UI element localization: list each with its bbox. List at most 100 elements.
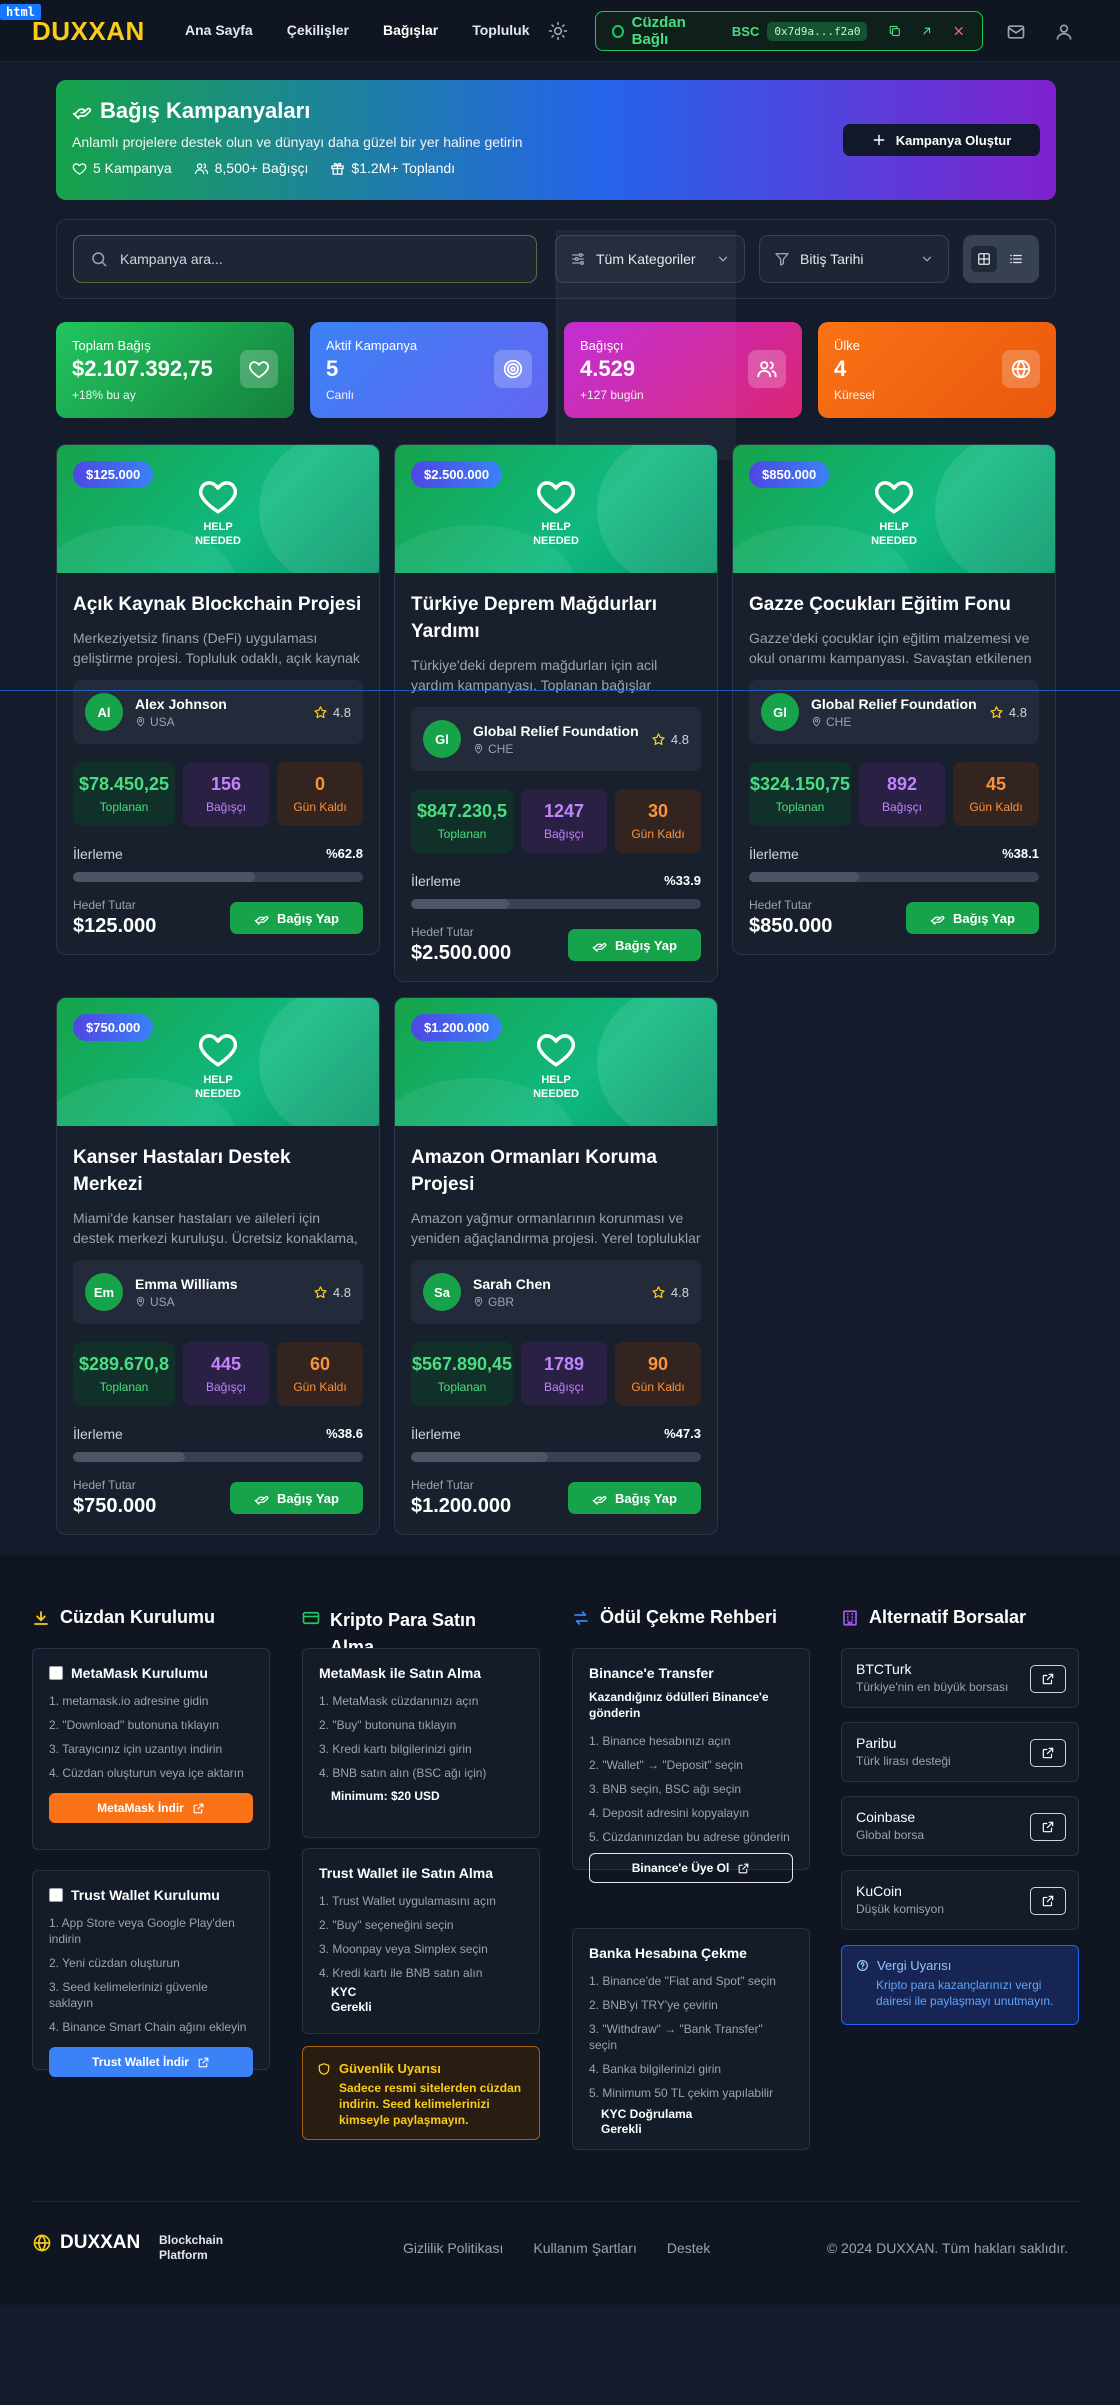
search-box[interactable] <box>73 235 537 283</box>
exchange-open-button[interactable] <box>1030 1739 1066 1767</box>
users-icon <box>756 358 778 380</box>
map-pin-icon <box>473 743 484 754</box>
target-icon <box>502 358 524 380</box>
donate-button[interactable]: Bağış Yap <box>230 1482 363 1514</box>
kyc-note-line1: KYC <box>331 1985 357 1999</box>
exchange-open-button[interactable] <box>1030 1813 1066 1841</box>
hero-stats: 5 Kampanya 8,500+ Bağışçı $1.2M+ Topland… <box>72 160 1040 176</box>
step: 3. Seed kelimelerinizi güvenle saklayın <box>49 1980 208 2010</box>
explorer-link-icon[interactable] <box>920 23 934 39</box>
raised-metric: $78.450,25 Toplanan <box>73 762 175 826</box>
campaign-card[interactable]: $850.000 HELP NEEDED Gazze Çocukları Eğitim… <box>732 444 1056 955</box>
donors-value: 892 <box>886 774 918 794</box>
needed-word: NEEDED <box>195 1088 241 1100</box>
campaign-title[interactable]: Kanser Hastaları Destek Merkezi <box>73 1144 363 1198</box>
step: 5. Minimum 50 TL çekim yapılabilir <box>589 2086 774 2100</box>
campaign-title[interactable]: Gazze Çocukları Eğitim Fonu <box>749 591 1039 618</box>
card-footer: Hedef Tutar $750.000 Bağış Yap <box>73 1478 363 1518</box>
hero-stat-donors-text: 8,500+ Bağışçı <box>214 160 309 176</box>
help-word: HELP <box>203 521 233 533</box>
hero-banner: Bağış Kampanyaları Anlamlı projelere des… <box>56 80 1056 200</box>
footer-links: Gizlilik Politikası Kullanım Şartları De… <box>403 2240 710 2256</box>
footer-link-support[interactable]: Destek <box>667 2240 711 2256</box>
donate-button[interactable]: Bağış Yap <box>906 902 1039 934</box>
metamask-download-button[interactable]: MetaMask İndir <box>49 1793 253 1823</box>
raised-label: Toplanan <box>437 827 487 841</box>
grid-view-button[interactable] <box>971 246 997 272</box>
progress-percent: %38.1 <box>1002 846 1039 861</box>
donors-value: 445 <box>210 1354 242 1374</box>
binance-signup-button[interactable]: Binance'e Üye Ol <box>589 1853 793 1883</box>
progress-percent: %47.3 <box>664 1426 701 1441</box>
step: 1. Trust Wallet uygulamasını açın <box>319 1894 496 1908</box>
theme-toggle-icon[interactable] <box>548 21 568 41</box>
binance-steps: 1. Binance hesabınızı açın 2. "Wallet" →… <box>589 1733 793 1845</box>
plus-icon <box>873 134 885 146</box>
exchange-kucoin[interactable]: KuCoin Düşük komisyon <box>841 1870 1079 1930</box>
copy-icon[interactable] <box>888 23 902 39</box>
stat-card: Ülke 4 Küresel <box>818 322 1056 418</box>
progress-row: İlerleme %33.9 <box>411 873 701 889</box>
app-logo[interactable]: DUXXAN <box>32 16 145 47</box>
campaign-card[interactable]: $125.000 HELP NEEDED Açık Kaynak Blockchain… <box>56 444 380 955</box>
exchange-coinbase[interactable]: Coinbase Global borsa <box>841 1796 1079 1856</box>
goal-amount: $2.500.000 <box>411 942 512 964</box>
donors-label: Bağışçı <box>543 1380 585 1394</box>
campaign-title[interactable]: Açık Kaynak Blockchain Projesi <box>73 591 363 618</box>
donate-label: Bağış Yap <box>615 1490 677 1506</box>
campaign-metrics: $847.230,5 Toplanan 1247 Bağışçı 30 Gün Kaldı <box>411 789 701 853</box>
footer-link-terms[interactable]: Kullanım Şartları <box>533 2240 636 2256</box>
search-icon <box>92 252 107 267</box>
network-label: BSC <box>731 23 760 39</box>
footer-link-privacy[interactable]: Gizlilik Politikası <box>403 2240 503 2256</box>
user-icon[interactable] <box>1054 22 1074 42</box>
goal-amount: $125.000 <box>73 915 157 937</box>
nav-item-donations[interactable]: Bağışlar <box>383 22 438 38</box>
nav-item-raffles[interactable]: Çekilişler <box>287 22 349 38</box>
days-metric: 90 Gün Kaldı <box>615 1342 701 1406</box>
raised-label: Toplanan <box>775 800 825 814</box>
exchange-paribu[interactable]: Paribu Türk lirası desteği <box>841 1722 1079 1782</box>
donors-label: Bağışçı <box>543 827 585 841</box>
binance-transfer-subtitle: Kazandığınız ödülleri Binance'e gönderin <box>589 1690 769 1720</box>
exchange-btcturk[interactable]: BTCTurk Türkiye'nin en büyük borsası <box>841 1648 1079 1708</box>
campaign-card[interactable]: $2.500.000 HELP NEEDED Türkiye Deprem Mağdu… <box>394 444 718 982</box>
exchange-open-button[interactable] <box>1030 1887 1066 1915</box>
sort-select[interactable]: Bitiş Tarihi <box>759 235 949 283</box>
info-footer: Cüzdan Kurulumu MetaMask Kurulumu 1. met… <box>0 1555 1120 2305</box>
organizer-name: Alex Johnson <box>135 695 227 712</box>
footer-logo[interactable]: DUXXAN <box>32 2232 140 2254</box>
search-input[interactable] <box>120 251 500 267</box>
organizer-location: CHE <box>811 715 977 729</box>
donate-button[interactable]: Bağış Yap <box>568 1482 701 1514</box>
days-value: 60 <box>309 1354 331 1374</box>
trust-download-button[interactable]: Trust Wallet İndir <box>49 2047 253 2077</box>
nav-item-home[interactable]: Ana Sayfa <box>185 22 253 38</box>
raised-metric: $289.670,8 Toplanan <box>73 1342 175 1406</box>
trust-buy-title: Trust Wallet ile Satın Alma <box>319 1865 494 1881</box>
exchange-open-button[interactable] <box>1030 1665 1066 1693</box>
mail-icon[interactable] <box>1006 22 1026 42</box>
campaign-title[interactable]: Türkiye Deprem Mağdurları Yardımı <box>411 591 701 645</box>
chevron-down-icon <box>920 252 934 266</box>
campaign-title[interactable]: Amazon Ormanları Koruma Projesi <box>411 1144 701 1198</box>
donors-metric: 892 Bağışçı <box>859 762 945 826</box>
campaign-body: Gazze Çocukları Eğitim Fonu Gazze'deki ço… <box>733 573 1055 954</box>
list-view-button[interactable] <box>1003 246 1029 272</box>
donate-button[interactable]: Bağış Yap <box>230 902 363 934</box>
days-value: 30 <box>647 801 669 821</box>
donate-button[interactable]: Bağış Yap <box>568 929 701 961</box>
step: 5. Cüzdanınızdan bu adrese gönderin <box>589 1830 790 1844</box>
heart-icon <box>195 475 241 517</box>
campaign-card[interactable]: $1.200.000 HELP NEEDED Amazon Ormanları Kor… <box>394 997 718 1535</box>
create-campaign-button[interactable]: Kampanya Oluştur <box>843 124 1040 156</box>
nav-item-community[interactable]: Topluluk <box>472 22 529 38</box>
metamask-buy-box: MetaMask ile Satın Alma 1. MetaMask cüzd… <box>302 1648 540 1838</box>
wallet-status[interactable]: Cüzdan Bağlı BSC 0x7d9a...f2a0 <box>595 11 983 51</box>
rating-value: 4.8 <box>332 704 351 720</box>
external-link-icon <box>1041 1746 1055 1760</box>
main-nav: Ana Sayfa Çekilişler Bağışlar Topluluk <box>185 22 530 38</box>
disconnect-icon[interactable] <box>952 23 966 39</box>
step: 2. "Download" butonuna tıklayın <box>49 1718 219 1732</box>
campaign-card[interactable]: $750.000 HELP NEEDED Kanser Hastaları Deste… <box>56 997 380 1535</box>
